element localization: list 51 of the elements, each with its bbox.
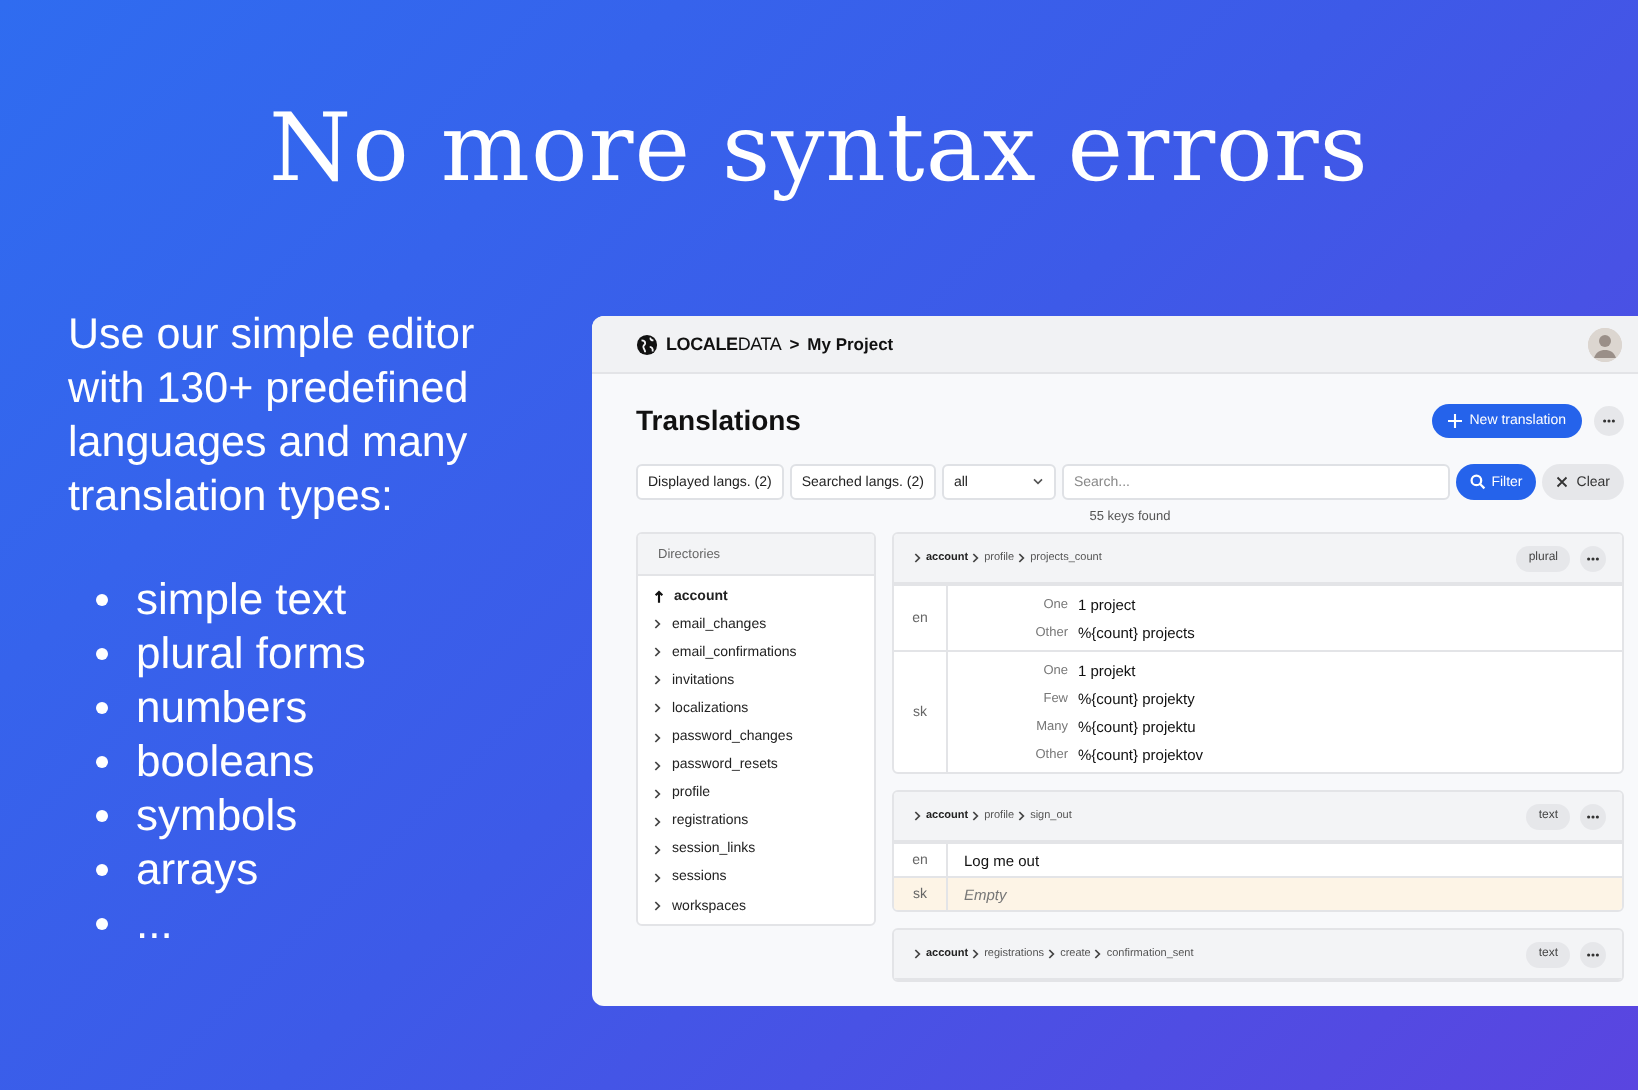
more-icon[interactable] (1580, 803, 1606, 829)
page-title: Translations (636, 404, 801, 436)
brand-logo[interactable]: LOCALEDATA (666, 334, 782, 354)
feature-item: arrays (136, 843, 259, 895)
chevron-right-icon (1018, 810, 1027, 822)
up-arrow-icon (654, 589, 664, 604)
chevron-right-icon (972, 948, 981, 960)
chevron-right-icon (654, 646, 662, 659)
bullet-dot (96, 917, 108, 929)
chevron-right-icon (972, 810, 981, 822)
chevron-right-icon (654, 843, 662, 856)
bullet-dot (96, 863, 108, 875)
plus-icon (1447, 413, 1462, 427)
chevron-down-icon (1031, 478, 1044, 486)
chevron-right-icon (654, 871, 662, 884)
breadcrumb-separator: > (789, 334, 800, 354)
feature-item: simple text (136, 573, 347, 625)
bullet-dot (96, 701, 108, 713)
headline: No more syntax errors (267, 92, 1371, 208)
chevron-right-icon (654, 815, 662, 828)
bullet-dot (96, 593, 108, 605)
intro-text: Use our simple editor with 130+ predefined languages and many translation types: (68, 308, 477, 524)
chevron-right-icon (972, 552, 981, 564)
chevron-right-icon (914, 948, 922, 960)
chevron-right-icon (654, 674, 662, 687)
chevron-right-icon (654, 731, 662, 744)
feature-item: plural forms (136, 627, 366, 679)
more-icon[interactable] (1594, 405, 1624, 435)
chevron-right-icon (654, 900, 662, 913)
bullet-dot (96, 809, 108, 821)
chevron-right-icon (914, 810, 922, 822)
more-icon[interactable] (1580, 941, 1606, 967)
feature-item: symbols (136, 789, 298, 841)
feature-item: ... (136, 897, 173, 949)
globe-icon (636, 333, 658, 355)
close-icon (1556, 476, 1569, 488)
chevron-right-icon (654, 618, 662, 631)
chevron-right-icon (1018, 552, 1027, 564)
chevron-right-icon (654, 702, 662, 715)
chevron-right-icon (654, 787, 662, 800)
chevron-right-icon (1094, 948, 1103, 960)
feature-item: numbers (136, 681, 308, 733)
bullet-dot (96, 755, 108, 767)
chevron-right-icon (654, 759, 662, 772)
more-icon[interactable] (1580, 545, 1606, 571)
chevron-right-icon (914, 552, 922, 564)
project-link[interactable]: My Project (807, 334, 894, 354)
feature-item: booleans (136, 735, 315, 787)
search-icon (1469, 474, 1486, 490)
bullet-dot (96, 647, 108, 659)
chevron-right-icon (1048, 948, 1057, 960)
